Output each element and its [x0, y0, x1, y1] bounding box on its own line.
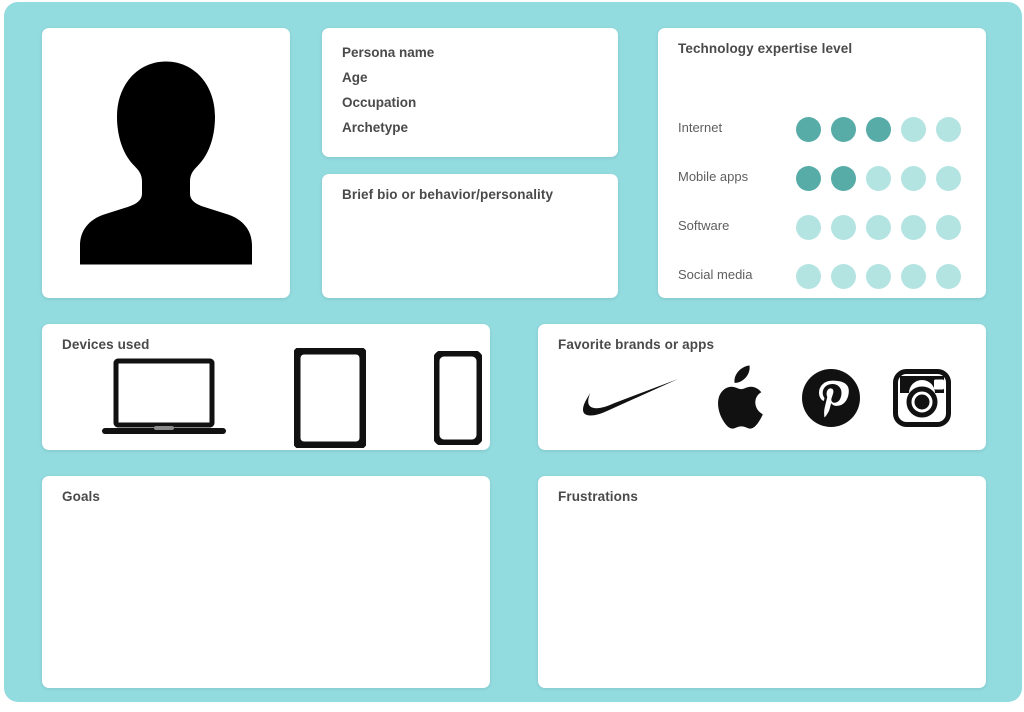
frustrations-card: Frustrations [538, 476, 986, 688]
expertise-rating[interactable] [796, 215, 961, 240]
avatar-card [42, 28, 290, 298]
expertise-rating[interactable] [796, 117, 961, 142]
rating-dot[interactable] [831, 117, 856, 142]
pinterest-logo-icon [801, 369, 860, 427]
instagram-logo-icon [893, 369, 952, 427]
persona-field-archetype: Archetype [342, 120, 409, 135]
persona-fields-card: Persona name Age Occupation Archetype [322, 28, 618, 157]
devices-used-card: Devices used [42, 324, 490, 450]
expertise-card: Technology expertise level Internet Mobi… [658, 28, 986, 298]
bio-title: Brief bio or behavior/personality [342, 187, 554, 202]
persona-template-canvas: Persona name Age Occupation Archetype Br… [4, 2, 1022, 702]
bio-card: Brief bio or behavior/personality [322, 174, 618, 298]
rating-dot[interactable] [936, 264, 961, 289]
smartphone-icon [434, 351, 482, 445]
expertise-label: Internet [678, 120, 723, 135]
rating-dot[interactable] [901, 215, 926, 240]
goals-title: Goals [62, 489, 101, 504]
expertise-rating[interactable] [796, 264, 961, 289]
rating-dot[interactable] [936, 166, 961, 191]
expertise-label: Social media [678, 267, 753, 282]
expertise-row-internet: Internet [658, 114, 986, 144]
rating-dot[interactable] [796, 264, 821, 289]
rating-dot[interactable] [796, 117, 821, 142]
tablet-icon [294, 348, 366, 448]
rating-dot[interactable] [866, 215, 891, 240]
persona-field-occupation: Occupation [342, 95, 417, 110]
favorite-brands-title: Favorite brands or apps [558, 337, 715, 352]
persona-field-age: Age [342, 70, 368, 85]
rating-dot[interactable] [796, 166, 821, 191]
persona-field-name: Persona name [342, 45, 435, 60]
rating-dot[interactable] [901, 117, 926, 142]
expertise-title: Technology expertise level [678, 41, 853, 56]
rating-dot[interactable] [831, 215, 856, 240]
rating-dot[interactable] [831, 166, 856, 191]
nike-swoosh-icon [582, 379, 678, 416]
rating-dot[interactable] [866, 117, 891, 142]
rating-dot[interactable] [901, 166, 926, 191]
person-silhouette-icon [80, 61, 252, 265]
expertise-row-mobile-apps: Mobile apps [658, 163, 986, 193]
rating-dot[interactable] [831, 264, 856, 289]
expertise-rating[interactable] [796, 166, 961, 191]
frustrations-title: Frustrations [558, 489, 638, 504]
expertise-label: Mobile apps [678, 169, 749, 184]
rating-dot[interactable] [796, 215, 821, 240]
apple-logo-icon [718, 365, 764, 429]
expertise-row-software: Software [658, 212, 986, 242]
favorite-brands-card: Favorite brands or apps [538, 324, 986, 450]
rating-dot[interactable] [866, 264, 891, 289]
expertise-label: Software [678, 218, 730, 233]
rating-dot[interactable] [866, 166, 891, 191]
rating-dot[interactable] [901, 264, 926, 289]
rating-dot[interactable] [936, 117, 961, 142]
goals-card: Goals [42, 476, 490, 688]
expertise-row-social-media: Social media [658, 261, 986, 291]
rating-dot[interactable] [936, 215, 961, 240]
laptop-icon [102, 358, 226, 434]
